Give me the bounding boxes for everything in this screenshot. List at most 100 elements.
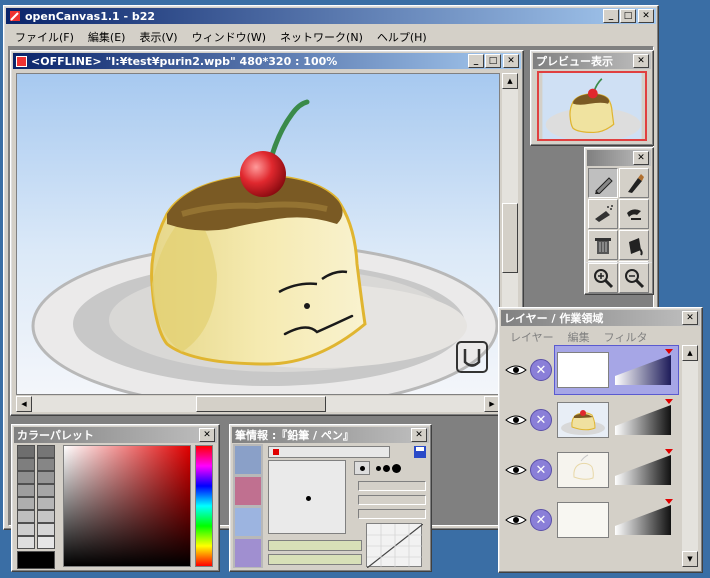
layer-link-icon[interactable]: ✕ xyxy=(530,459,552,481)
maximize-button[interactable]: □ xyxy=(620,9,636,23)
palette-close-button[interactable]: ✕ xyxy=(199,428,215,442)
bucket-icon[interactable] xyxy=(619,230,649,260)
color-field[interactable] xyxy=(63,445,191,567)
eye-icon[interactable] xyxy=(503,445,529,495)
menu-view[interactable]: 表示(V) xyxy=(132,27,184,47)
brush-size-marker xyxy=(273,449,279,455)
swatch[interactable] xyxy=(37,471,55,484)
current-color[interactable] xyxy=(17,551,55,569)
layer-menu-filter[interactable]: フィルタ xyxy=(597,327,655,347)
opacity-gradient[interactable] xyxy=(615,455,671,485)
swatch[interactable] xyxy=(17,471,35,484)
brush-close-button[interactable]: ✕ xyxy=(411,428,427,442)
doc-maximize-button[interactable]: □ xyxy=(485,54,501,68)
trash-icon[interactable] xyxy=(588,230,618,260)
airbrush-icon[interactable] xyxy=(588,199,618,229)
layer-menu-layer[interactable]: レイヤー xyxy=(503,327,561,347)
layer-menubar: レイヤー 編集 フィルタ xyxy=(503,327,654,347)
swatch[interactable] xyxy=(17,510,35,523)
brush-param-2[interactable] xyxy=(358,495,426,505)
brush-size-slider[interactable] xyxy=(268,446,390,458)
layer-link-icon[interactable]: ✕ xyxy=(530,359,552,381)
swatch[interactable] xyxy=(37,458,55,471)
close-button[interactable]: ✕ xyxy=(638,9,654,23)
layer-scrollbar[interactable]: ▲ ▼ xyxy=(682,345,698,567)
save-icon[interactable] xyxy=(413,445,427,459)
swatch[interactable] xyxy=(37,497,55,510)
preview-titlebar[interactable]: プレビュー表示 ✕ xyxy=(533,53,651,69)
tools-close-button[interactable]: ✕ xyxy=(633,151,649,165)
brush-dropdown-2[interactable] xyxy=(268,554,362,565)
main-titlebar[interactable]: openCanvas1.1 - b22 _ □ ✕ xyxy=(6,8,656,24)
layer-link-icon[interactable]: ✕ xyxy=(530,409,552,431)
palette-title: カラーパレット xyxy=(17,429,94,442)
layer-row[interactable]: ✕ xyxy=(503,395,677,445)
swatch[interactable] xyxy=(37,510,55,523)
pencil-icon[interactable] xyxy=(588,168,618,198)
brush-preset-paint[interactable] xyxy=(235,477,261,505)
menu-file[interactable]: ファイル(F) xyxy=(8,27,81,47)
layer-scroll-up-button[interactable]: ▲ xyxy=(682,345,698,361)
horizontal-scroll-thumb[interactable] xyxy=(196,396,326,412)
vertical-scroll-thumb[interactable] xyxy=(502,203,518,273)
swatch[interactable] xyxy=(17,458,35,471)
doc-close-button[interactable]: ✕ xyxy=(503,54,519,68)
scroll-up-button[interactable]: ▲ xyxy=(502,73,518,89)
swatch[interactable] xyxy=(17,497,35,510)
scroll-left-button[interactable]: ◀ xyxy=(16,396,32,412)
zoom-in-icon[interactable] xyxy=(588,263,618,293)
layer-scroll-down-button[interactable]: ▼ xyxy=(682,551,698,567)
menu-edit[interactable]: 編集(E) xyxy=(81,27,133,47)
zoom-out-icon[interactable] xyxy=(619,263,649,293)
brush-dropdown-1[interactable] xyxy=(268,540,362,551)
brush-preset-water[interactable] xyxy=(235,508,261,536)
layer-row[interactable]: ✕ xyxy=(503,495,677,545)
layer-titlebar[interactable]: レイヤー / 作業領域 ✕ xyxy=(501,310,700,326)
drawing-canvas[interactable] xyxy=(16,73,500,395)
preview-thumbnail[interactable] xyxy=(537,71,647,141)
opacity-gradient[interactable] xyxy=(615,505,671,535)
menu-help[interactable]: ヘルプ(H) xyxy=(370,27,434,47)
brush-preset-pencil[interactable] xyxy=(235,446,261,474)
layer-row[interactable]: ✕ xyxy=(503,445,677,495)
brush-param-1[interactable] xyxy=(358,481,426,491)
purin-painting xyxy=(17,74,499,394)
swatch[interactable] xyxy=(17,484,35,497)
brush-dot xyxy=(306,496,311,501)
smudge-icon[interactable] xyxy=(619,199,649,229)
canvas-horizontal-scrollbar[interactable]: ◀ ▶ xyxy=(16,396,500,412)
brush-icon[interactable] xyxy=(619,168,649,198)
swatch[interactable] xyxy=(17,523,35,536)
zoom-tools xyxy=(584,262,654,295)
layer-close-button[interactable]: ✕ xyxy=(682,311,698,325)
brush-shape-dots[interactable] xyxy=(376,461,406,475)
swatch[interactable] xyxy=(37,445,55,458)
preview-close-button[interactable]: ✕ xyxy=(633,54,649,68)
layer-row[interactable]: ✕ xyxy=(503,345,679,395)
swatch[interactable] xyxy=(37,523,55,536)
menu-network[interactable]: ネットワーク(N) xyxy=(273,27,370,47)
swatch[interactable] xyxy=(17,536,35,549)
layer-menu-edit[interactable]: 編集 xyxy=(561,327,597,347)
layer-link-icon[interactable]: ✕ xyxy=(530,509,552,531)
swatch[interactable] xyxy=(17,445,35,458)
pressure-curve[interactable] xyxy=(366,523,424,569)
tools-titlebar[interactable]: ✕ xyxy=(587,150,651,166)
eye-icon[interactable] xyxy=(503,345,529,395)
palette-titlebar[interactable]: カラーパレット ✕ xyxy=(14,427,217,443)
opacity-gradient[interactable] xyxy=(615,405,671,435)
document-titlebar[interactable]: <OFFLINE> "I:¥test¥purin2.wpb" 480*320 :… xyxy=(13,53,521,69)
brush-param-3[interactable] xyxy=(358,509,426,519)
hue-slider[interactable] xyxy=(195,445,213,567)
minimize-button[interactable]: _ xyxy=(603,9,619,23)
preview-window: プレビュー表示 ✕ xyxy=(530,50,654,146)
eye-icon[interactable] xyxy=(503,395,529,445)
swatch[interactable] xyxy=(37,484,55,497)
brush-preset-marker[interactable] xyxy=(235,539,261,567)
swatch[interactable] xyxy=(37,536,55,549)
eye-icon[interactable] xyxy=(503,495,529,545)
menu-window[interactable]: ウィンドウ(W) xyxy=(185,27,273,47)
doc-minimize-button[interactable]: _ xyxy=(468,54,484,68)
brush-shape-round[interactable] xyxy=(354,461,370,475)
brush-titlebar[interactable]: 筆情報 :『鉛筆 / ペン』 ✕ xyxy=(232,427,429,443)
